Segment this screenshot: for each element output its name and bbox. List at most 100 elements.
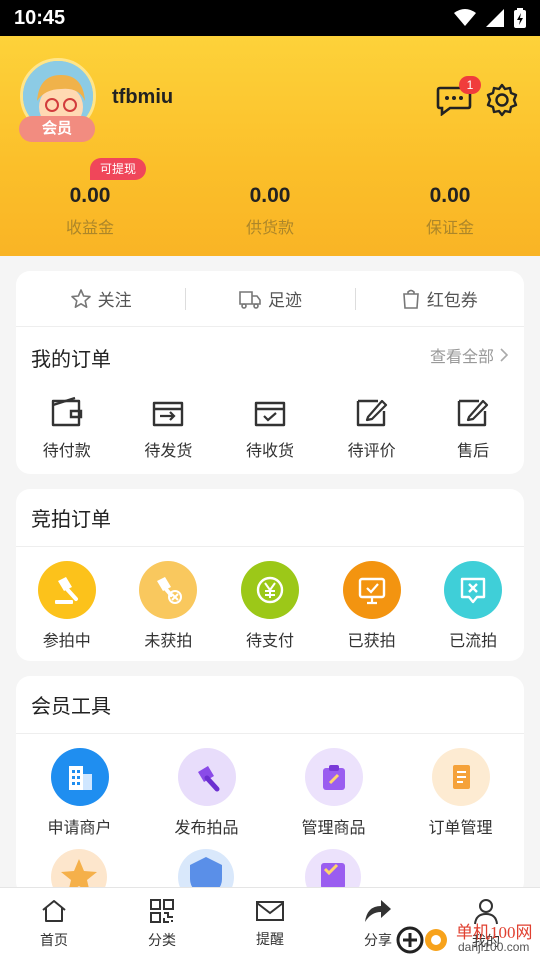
auction-status-label: 参拍中 [42, 633, 91, 650]
chevron-right-icon [500, 348, 508, 362]
status-bar: 10:45 [0, 0, 540, 36]
fund-deposit[interactable]: 0.00 保证金 [360, 184, 540, 238]
failed-icon [444, 561, 503, 619]
fund-label: 供货款 [245, 220, 294, 237]
tab-reminders[interactable]: 提醒 [216, 888, 324, 960]
clipboard-icon [304, 748, 363, 806]
tab-home[interactable]: 首页 [0, 888, 108, 960]
member-tools-card: 会员工具 申请商户 发布拍品 管理商品 订单管理 [16, 676, 524, 896]
tab-label: 提醒 [256, 931, 284, 947]
tool-manage-products[interactable]: 管理商品 [270, 748, 397, 838]
tool-label: 管理商品 [301, 820, 366, 837]
order-status-row: 待付款 待发货 待收货 待评价 售后 [16, 395, 524, 461]
auction-title: 竞拍订单 [31, 509, 111, 531]
gavel-publish-icon [177, 748, 236, 806]
wifi-icon [454, 9, 476, 26]
quick-link-label: 红包券 [426, 291, 478, 310]
member-badge: 会员 [19, 116, 95, 142]
quick-links: 关注 足迹 红包券 [16, 271, 524, 327]
tab-category[interactable]: 分类 [108, 888, 216, 960]
fund-value: 0.00 [69, 184, 111, 207]
tool-label: 订单管理 [428, 820, 493, 837]
quick-link-label: 足迹 [267, 291, 302, 310]
fund-value: 0.00 [429, 184, 471, 207]
orders-card: 关注 足迹 红包券 我的订单 查看全部 待付款 待发货 待收货 待评价 售后 [16, 271, 524, 474]
order-status-label: 售后 [457, 443, 490, 460]
auction-won[interactable]: 已获拍 [321, 561, 423, 651]
auction-status-label: 未获拍 [144, 633, 193, 650]
tool-order-management[interactable]: 订单管理 [397, 748, 524, 838]
share-icon [365, 900, 391, 922]
fund-supply[interactable]: 0.00 供货款 [180, 184, 360, 238]
order-pending-receipt[interactable]: 待收货 [219, 395, 321, 461]
receive-box-icon [254, 401, 286, 427]
quick-link-follow[interactable]: 关注 [16, 286, 185, 311]
edit-icon [356, 399, 387, 427]
fund-label: 保证金 [425, 220, 474, 237]
order-status-label: 待付款 [42, 443, 91, 460]
view-all-label: 查看全部 [429, 349, 494, 366]
quick-link-footprint[interactable]: 足迹 [185, 286, 354, 311]
auction-status-label: 待支付 [245, 633, 294, 650]
status-time: 10:45 [14, 6, 66, 29]
quick-link-coupons[interactable]: 红包券 [354, 286, 524, 311]
gavel-cancel-icon [139, 561, 198, 619]
auction-status-label: 已获拍 [347, 633, 396, 650]
status-icons [454, 8, 526, 28]
after-sale-icon [457, 399, 489, 427]
username: tfbmiu [112, 86, 174, 108]
gear-icon[interactable] [484, 82, 520, 118]
orders-title: 我的订单 [31, 349, 111, 371]
order-pending-review[interactable]: 待评价 [321, 395, 423, 461]
auction-pending-payment[interactable]: 待支付 [219, 561, 321, 651]
tool-publish-lot[interactable]: 发布拍品 [143, 748, 270, 838]
building-icon [50, 748, 109, 806]
auction-lost[interactable]: 未获拍 [118, 561, 220, 651]
auction-status-row: 参拍中 未获拍 待支付 已获拍 已流拍 [16, 561, 524, 651]
auction-card: 竞拍订单 参拍中 未获拍 待支付 已获拍 已流拍 [16, 489, 524, 661]
star-icon [70, 288, 91, 308]
home-icon [42, 900, 66, 922]
watermark-subtext: danji100.com [458, 940, 530, 954]
member-tools-row: 申请商户 发布拍品 管理商品 订单管理 [16, 748, 524, 838]
certificate-icon [342, 561, 401, 619]
fund-label: 收益金 [65, 220, 114, 237]
order-pending-shipment[interactable]: 待发货 [118, 395, 220, 461]
quick-link-label: 关注 [97, 291, 132, 310]
order-status-label: 待收货 [245, 443, 294, 460]
order-status-label: 待发货 [144, 443, 193, 460]
message-count-badge: 1 [459, 76, 481, 94]
battery-icon [514, 8, 526, 28]
order-pending-payment[interactable]: 待付款 [16, 395, 118, 461]
bag-icon [402, 289, 419, 309]
grid-qr-icon [150, 899, 174, 923]
tab-label: 首页 [40, 932, 68, 948]
shipping-box-icon [153, 401, 184, 427]
yuan-icon [240, 561, 299, 619]
watermark-logo-icon [396, 926, 447, 954]
fund-earnings[interactable]: 0.00 收益金 [0, 184, 180, 238]
auction-bidding[interactable]: 参拍中 [16, 561, 118, 651]
gavel-icon [37, 561, 96, 619]
wallet-icon [51, 396, 82, 427]
divider [16, 733, 524, 734]
member-tools-title: 会员工具 [31, 696, 111, 718]
tool-apply-merchant[interactable]: 申请商户 [16, 748, 143, 838]
truck-icon [239, 290, 261, 309]
order-after-sale[interactable]: 售后 [422, 395, 524, 461]
tool-label: 申请商户 [47, 820, 112, 837]
auction-status-label: 已流拍 [449, 633, 498, 650]
watermark: 单机100网 danji100.com [396, 918, 540, 958]
profile-header: 会员 tfbmiu 1 可提现 0.00 收益金 0.00 供货款 0.00 保… [0, 36, 540, 256]
mail-icon [256, 901, 284, 921]
divider [16, 546, 524, 547]
tool-label: 发布拍品 [174, 820, 239, 837]
view-all-orders-link[interactable]: 查看全部 [430, 343, 508, 367]
auction-failed[interactable]: 已流拍 [422, 561, 524, 651]
fund-value: 0.00 [249, 184, 291, 207]
signal-icon [486, 9, 504, 27]
tab-label: 分类 [148, 932, 176, 948]
order-status-label: 待评价 [347, 443, 396, 460]
order-doc-icon [431, 748, 490, 806]
withdraw-tag: 可提现 [90, 158, 147, 180]
